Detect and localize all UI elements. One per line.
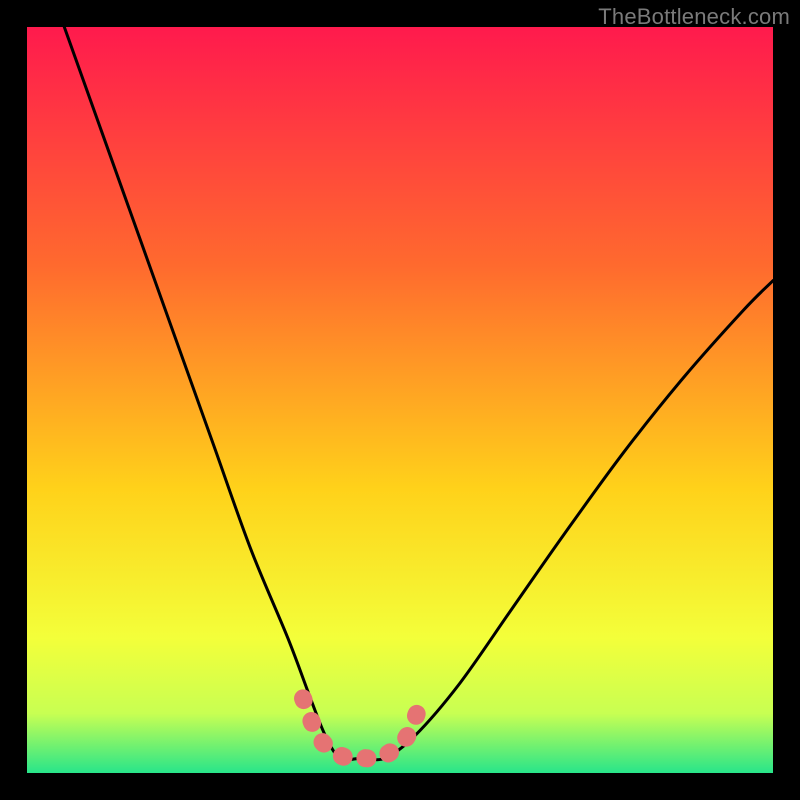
bottleneck-chart — [27, 27, 773, 773]
gradient-background — [27, 27, 773, 773]
chart-area — [27, 27, 773, 773]
watermark-label: TheBottleneck.com — [598, 4, 790, 30]
app-frame: TheBottleneck.com — [0, 0, 800, 800]
